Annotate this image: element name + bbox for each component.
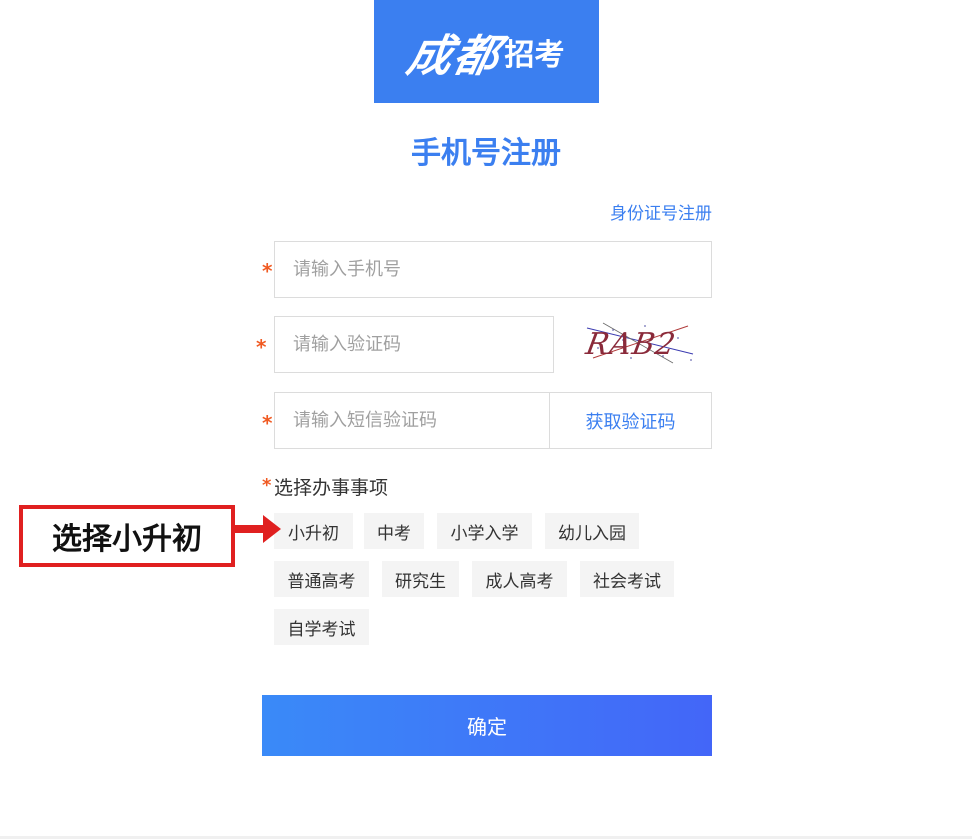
captcha-text: RAB2 [583, 327, 679, 362]
tag-zixue-kaoshi[interactable]: 自学考试 [274, 609, 369, 645]
tag-putong-gaokao[interactable]: 普通高考 [274, 561, 369, 597]
logo-rest-text: 招考 [504, 37, 565, 73]
tag-shehui-kaoshi[interactable]: 社会考试 [580, 561, 674, 597]
required-mark-captcha: * [256, 335, 267, 359]
page-title: 手机号注册 [411, 136, 561, 171]
captcha-field[interactable] [274, 316, 554, 373]
logo: 成都 招考 [374, 0, 599, 103]
tag-chengren-gaokao[interactable]: 成人高考 [472, 561, 567, 597]
section-label: 选择办事事项 [274, 477, 389, 499]
get-sms-code-button[interactable]: 获取验证码 [549, 392, 712, 449]
required-mark-sms: * [262, 411, 273, 435]
captcha-image[interactable]: RAB2 [583, 318, 701, 366]
logo-brush-text: 成都 [402, 30, 505, 82]
phone-input[interactable] [291, 241, 711, 298]
tag-yanjiusheng[interactable]: 研究生 [382, 561, 459, 597]
id-card-register-link[interactable]: 身份证号注册 [610, 199, 712, 224]
annotation-arrow-icon [235, 515, 281, 543]
annotation-box: 选择小升初 [19, 505, 235, 567]
tag-youer-ruyuan[interactable]: 幼儿入园 [545, 513, 639, 549]
sms-code-input[interactable] [291, 392, 550, 449]
captcha-input[interactable] [291, 316, 553, 373]
required-mark-section: * [262, 475, 272, 496]
tag-xiaoxue-ruxue[interactable]: 小学入学 [437, 513, 532, 549]
required-mark-phone: * [262, 259, 273, 283]
tag-zhongkao[interactable]: 中考 [364, 513, 424, 549]
confirm-button[interactable]: 确定 [262, 695, 712, 756]
tag-xiaoshengchu[interactable]: 小升初 [274, 513, 353, 549]
phone-field[interactable] [274, 241, 712, 298]
sms-code-field[interactable] [274, 392, 550, 449]
